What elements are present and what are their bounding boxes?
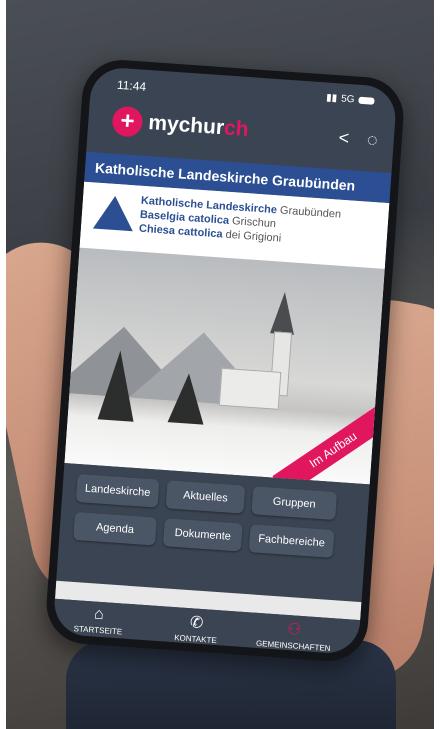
aktuelles-button[interactable]: Aktuelles (165, 480, 246, 514)
photo-background: 11:44 ▮▮ 5G + mychurch < ◌ Katholische L… (6, 0, 434, 729)
church-spire (270, 291, 297, 335)
logo-prefix: mychur (147, 111, 225, 140)
navigation-grid: Landeskirche Aktuelles Gruppen Agenda Do… (56, 463, 370, 603)
brand-line3-rest: dei Grigioni (225, 228, 282, 245)
home-icon: ⌂ (93, 605, 105, 624)
logo-suffix: ch (223, 116, 250, 142)
tab-startseite[interactable]: ⌂ STARTSEITE (53, 603, 145, 638)
chat-icon[interactable]: ◌ (366, 129, 378, 151)
status-indicators: ▮▮ 5G (326, 92, 375, 106)
triangle-logo-icon (92, 194, 136, 232)
network-label: 5G (340, 93, 355, 106)
church-nave (218, 367, 282, 410)
smartphone: 11:44 ▮▮ 5G + mychurch < ◌ Katholische L… (43, 57, 407, 664)
im-aufbau-banner: Im Aufbau (272, 403, 390, 485)
tab-kontakte-label: KONTAKTE (173, 633, 218, 646)
tree-shape (167, 372, 207, 425)
tab-startseite-label: STARTSEITE (73, 624, 123, 637)
fachbereiche-button[interactable]: Fachbereiche (248, 524, 335, 558)
phone-icon: ✆ (189, 614, 204, 633)
content-area: Katholische Landeskirche Graubünden Base… (64, 181, 390, 485)
mychurch-logo: + mychurch (111, 105, 250, 145)
share-icon[interactable]: < (338, 127, 350, 149)
battery-icon (358, 96, 375, 105)
phone-screen: 11:44 ▮▮ 5G + mychurch < ◌ Katholische L… (52, 66, 398, 655)
brand-text: Katholische Landeskirche Graubünden Base… (138, 194, 342, 250)
tab-gemeinschaften[interactable]: ⚇ GEMEINSCHAFTEN (248, 616, 340, 653)
signal-icon: ▮▮ (325, 92, 338, 105)
tree-shape (97, 349, 139, 422)
dokumente-button[interactable]: Dokumente (162, 518, 243, 552)
header-actions: < ◌ (338, 127, 379, 151)
status-time: 11:44 (116, 77, 147, 94)
gruppen-button[interactable]: Gruppen (251, 486, 338, 521)
landeskirche-button[interactable]: Landeskirche (75, 474, 160, 508)
tab-kontakte[interactable]: ✆ KONTAKTE (150, 610, 242, 647)
logo-plus-icon: + (111, 105, 144, 138)
church-photo: Im Aufbau (64, 247, 390, 485)
agenda-button[interactable]: Agenda (73, 511, 157, 546)
logo-wordmark: mychurch (148, 111, 250, 142)
